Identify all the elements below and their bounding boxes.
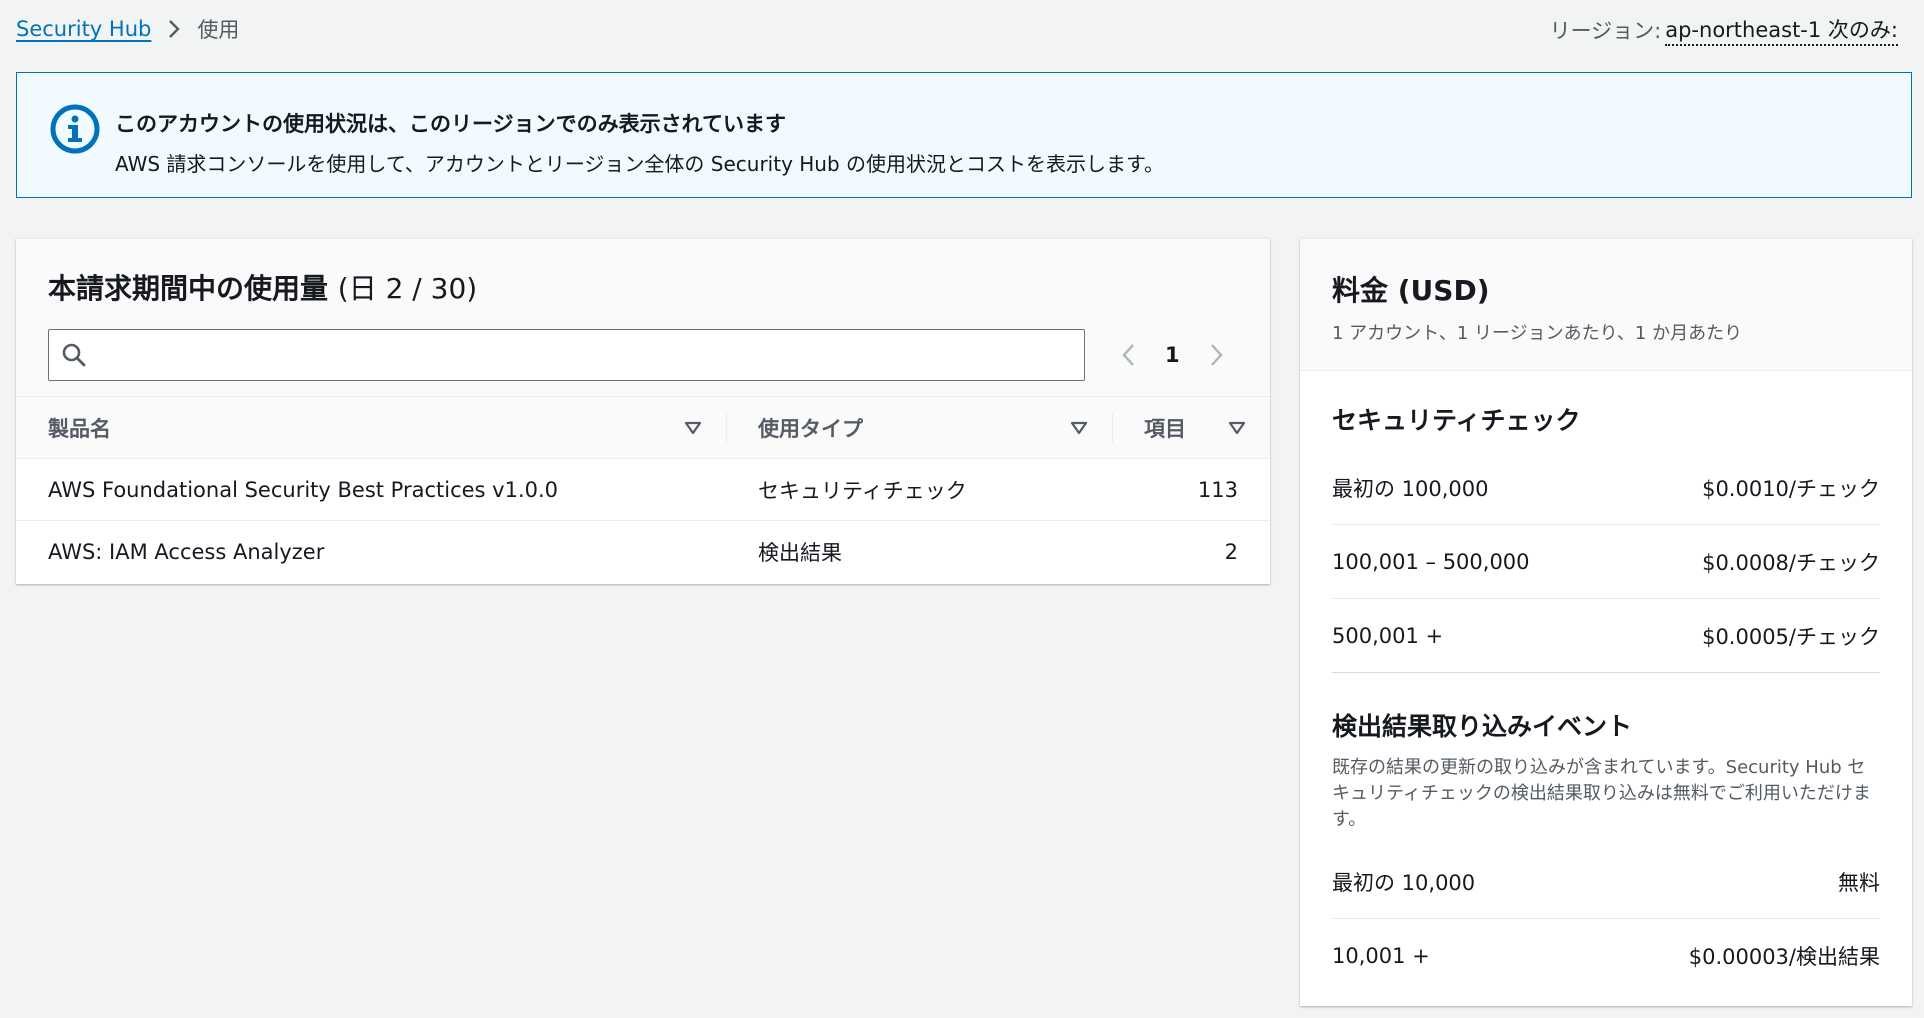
chevron-right-icon <box>167 18 181 40</box>
search-input[interactable] <box>48 329 1085 381</box>
price-value: $0.0010/チェック <box>1702 476 1880 501</box>
cell-usage-type: セキュリティチェック <box>758 478 967 503</box>
info-flashbar: このアカウントの使用状況は、このリージョンでのみ表示されています AWS 請求コ… <box>16 72 1912 198</box>
region-value-link[interactable]: ap-northeast-1 次のみ: <box>1665 14 1898 46</box>
pricing-header: 料金 (USD) 1 アカウント、1 リージョンあたり、1 か月あたり <box>1300 239 1912 371</box>
price-value: $0.00003/検出結果 <box>1688 945 1880 969</box>
usage-title: 本請求期間中の使用量 (日 2 / 30) <box>48 267 1238 307</box>
page-number-1[interactable]: 1 <box>1165 343 1180 367</box>
next-page-icon[interactable] <box>1208 342 1224 368</box>
price-range: 10,001 + <box>1332 944 1430 968</box>
price-value: $0.0008/チェック <box>1702 550 1880 575</box>
price-value: 無料 <box>1838 870 1880 895</box>
price-range: 100,001 – 500,000 <box>1332 549 1530 574</box>
cell-product-name: AWS: IAM Access Analyzer <box>48 540 325 564</box>
sort-down-icon <box>684 421 702 434</box>
flash-title: このアカウントの使用状況は、このリージョンでのみ表示されています <box>115 112 786 136</box>
column-label: 項目 <box>1144 416 1186 441</box>
cell-usage-type: 検出結果 <box>758 541 842 565</box>
pagination: 1 <box>1121 342 1224 368</box>
table-header: 製品名 使用タイプ 項目 <box>16 397 1270 459</box>
previous-page-icon[interactable] <box>1121 342 1137 368</box>
usage-title-text: 本請求期間中の使用量 <box>48 272 329 305</box>
search-row: 1 <box>48 329 1238 381</box>
price-tier-row: 500,001 + $0.0005/チェック <box>1332 599 1880 673</box>
usage-header: 本請求期間中の使用量 (日 2 / 30) 1 <box>16 239 1270 397</box>
cell-product-name: AWS Foundational Security Best Practices… <box>48 477 559 502</box>
pricing-body: セキュリティチェック 最初の 100,000 $0.0010/チェック 100,… <box>1300 371 1912 993</box>
security-checks-title: セキュリティチェック <box>1332 406 1581 435</box>
flash-content: このアカウントの使用状況は、このリージョンでのみ表示されています AWS 請求コ… <box>115 103 1164 177</box>
region-label: リージョン: <box>1549 19 1662 43</box>
price-range: 500,001 + <box>1332 623 1444 648</box>
sort-down-icon <box>1070 421 1088 434</box>
price-tier-row: 最初の 100,000 $0.0010/チェック <box>1332 451 1880 525</box>
breadcrumb: Security Hub 使用 <box>16 14 239 44</box>
price-tier-row: 最初の 10,000 無料 <box>1332 845 1880 919</box>
flash-text: AWS 請求コンソールを使用して、アカウントとリージョン全体の Security… <box>115 152 1165 176</box>
breadcrumb-current: 使用 <box>197 18 240 42</box>
price-tier-row: 100,001 – 500,000 $0.0008/チェック <box>1332 525 1880 599</box>
table-row: AWS: IAM Access Analyzer 検出結果 2 <box>16 521 1270 583</box>
price-tier-row: 10,001 + $0.00003/検出結果 <box>1332 919 1880 993</box>
usage-title-count: (日 2 / 30) <box>337 272 478 305</box>
column-label: 使用タイプ <box>758 416 863 441</box>
finding-ingestion-description: 既存の結果の更新の取り込みが含まれています。Security Hub セキュリテ… <box>1332 757 1871 830</box>
pricing-title: 料金 (USD) <box>1332 274 1490 307</box>
pricing-card: 料金 (USD) 1 アカウント、1 リージョンあたり、1 か月あたり セキュリ… <box>1300 238 1912 1006</box>
pricing-subtitle: 1 アカウント、1 リージョンあたり、1 か月あたり <box>1332 323 1743 344</box>
usage-table-card: 本請求期間中の使用量 (日 2 / 30) 1 製品名 使用タイプ 項目 AWS… <box>16 238 1270 584</box>
cell-items: 113 <box>1197 477 1238 502</box>
column-header-items[interactable]: 項目 <box>1112 397 1270 458</box>
column-label: 製品名 <box>48 416 111 441</box>
region-selector: リージョン: ap-northeast-1 次のみ: <box>1550 14 1898 46</box>
column-header-product-name[interactable]: 製品名 <box>16 397 726 458</box>
info-icon <box>50 104 100 154</box>
table-row: AWS Foundational Security Best Practices… <box>16 459 1270 521</box>
breadcrumb-security-hub-link[interactable]: Security Hub <box>16 17 151 41</box>
cell-items: 2 <box>1224 540 1238 564</box>
column-header-usage-type[interactable]: 使用タイプ <box>726 397 1112 458</box>
price-range: 最初の 100,000 <box>1332 476 1489 501</box>
search-icon <box>62 343 86 367</box>
price-value: $0.0005/チェック <box>1702 624 1880 649</box>
price-range: 最初の 10,000 <box>1332 870 1476 895</box>
sort-down-icon <box>1228 421 1246 434</box>
finding-ingestion-title: 検出結果取り込みイベント <box>1332 712 1633 741</box>
